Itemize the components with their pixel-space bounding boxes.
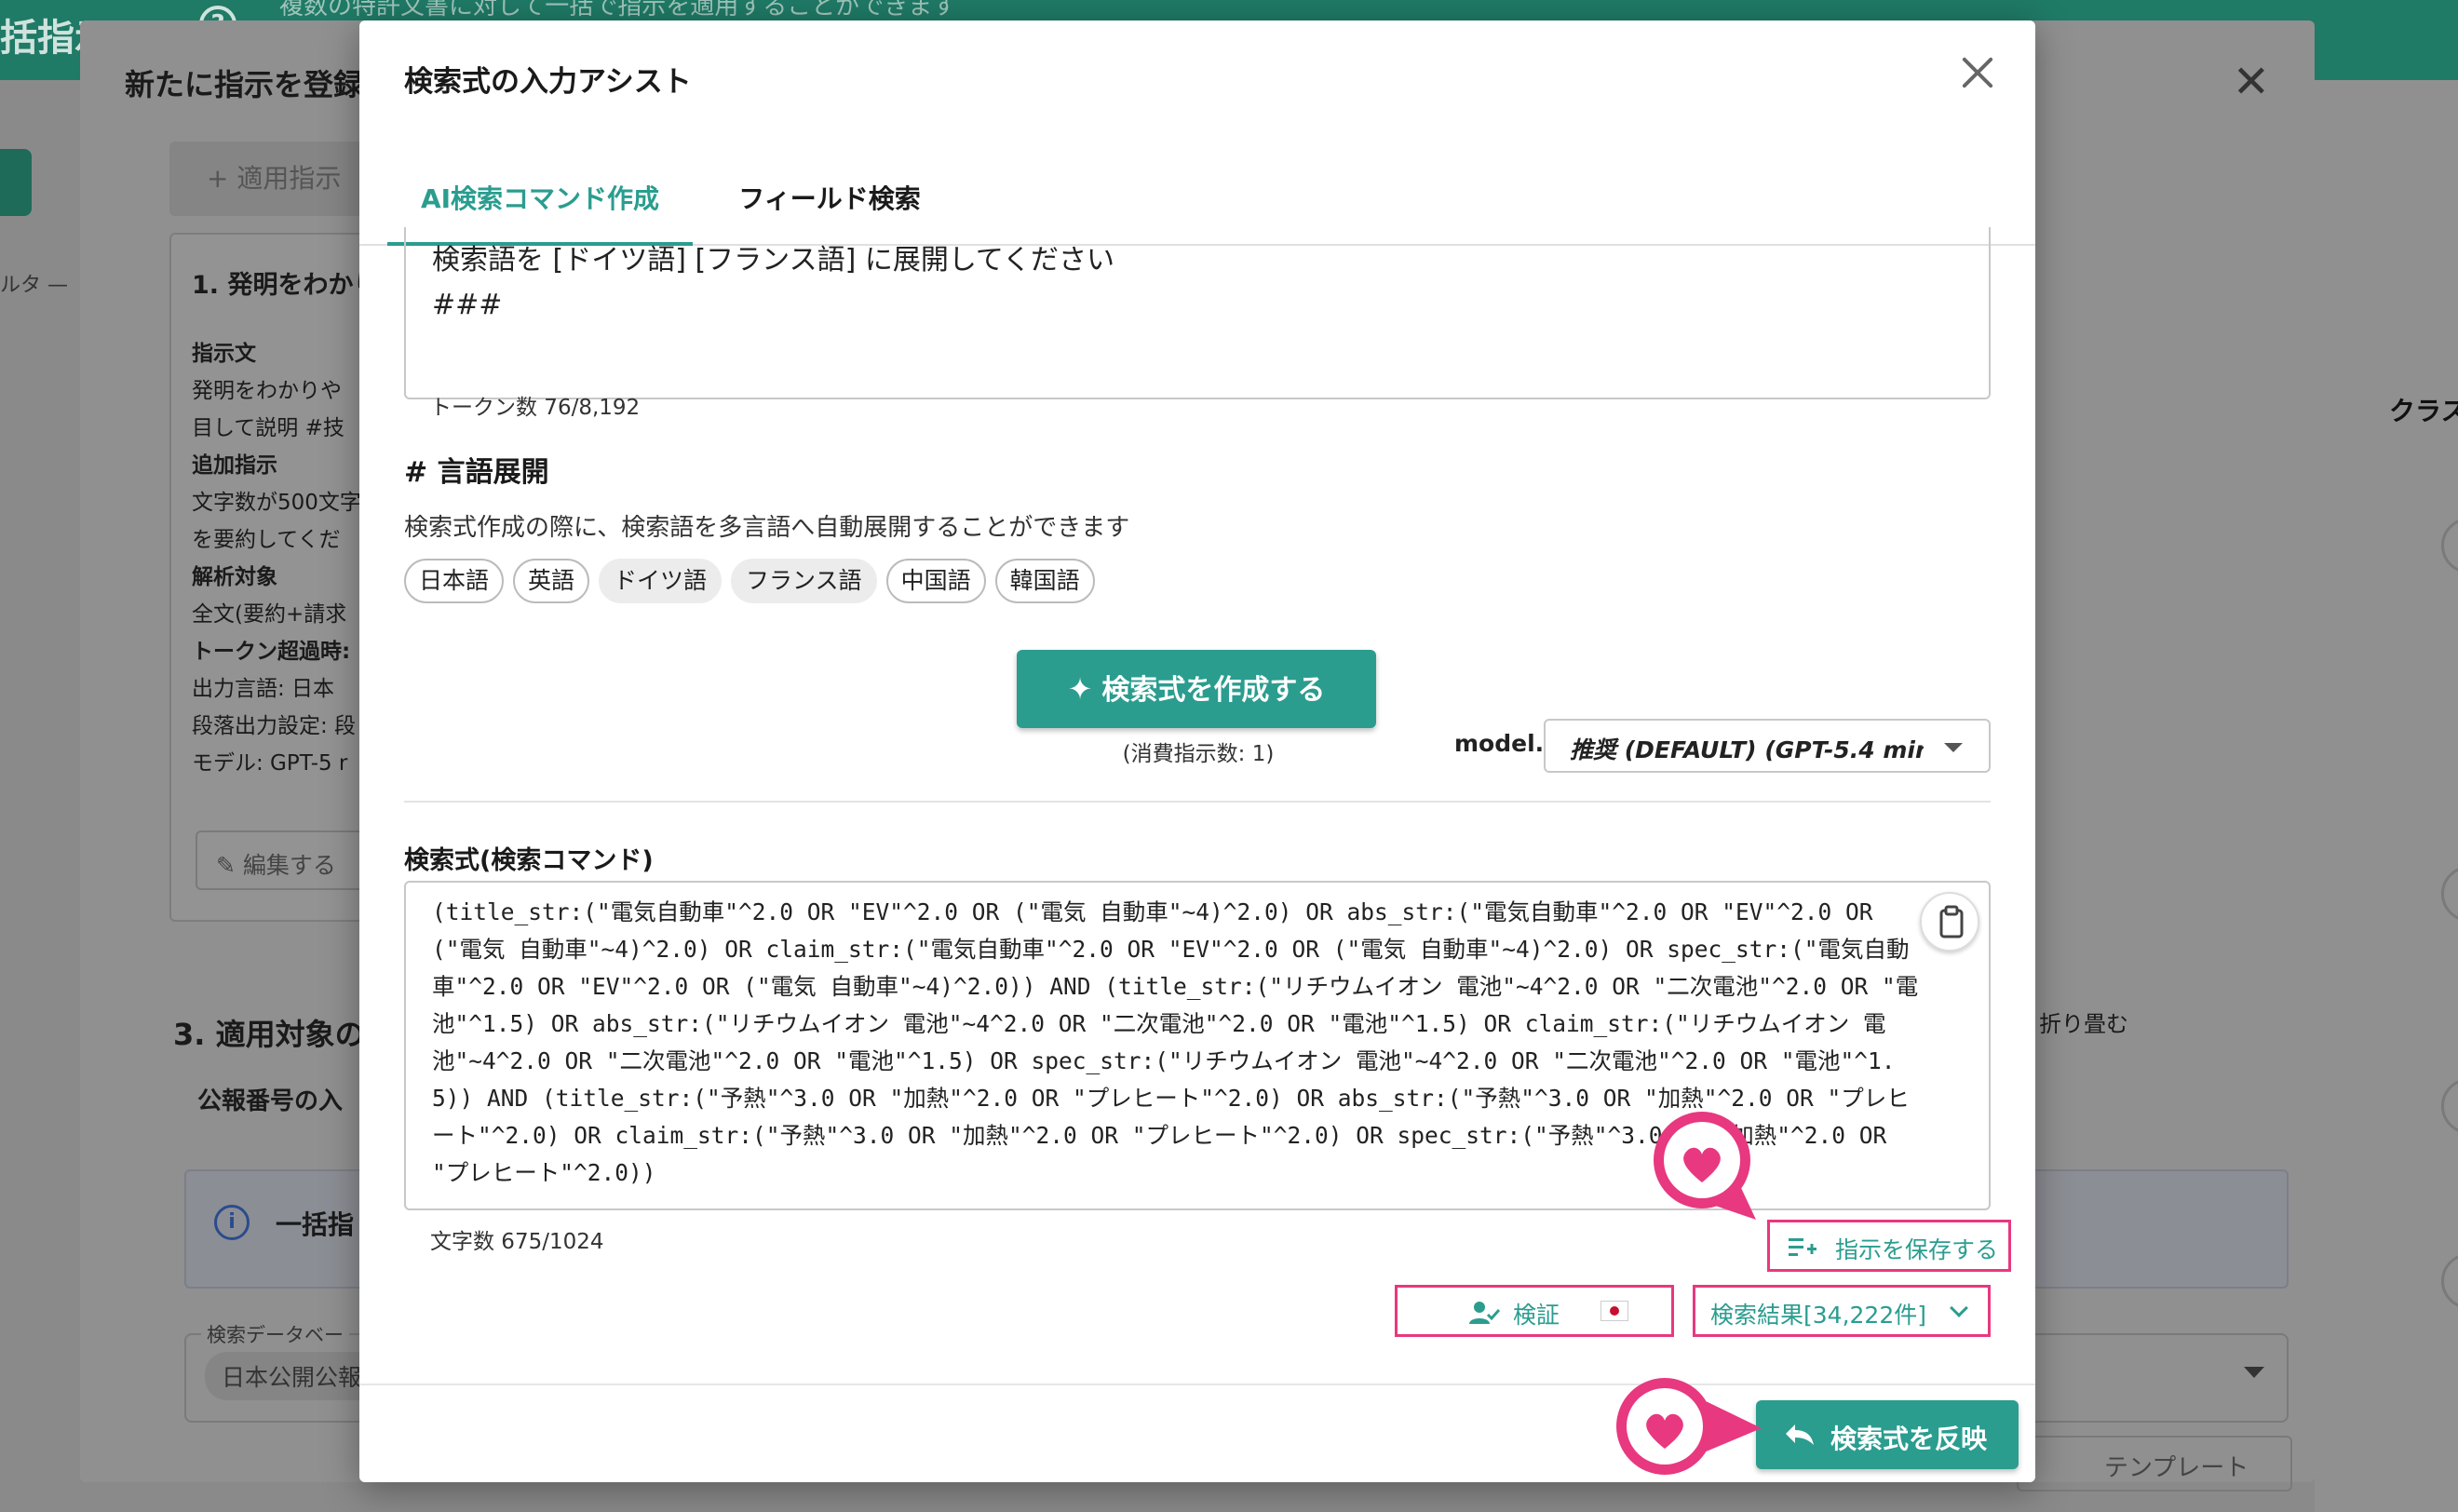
sparkle-icon: ✦ <box>1067 671 1093 707</box>
language-chips: 日本語 英語 ドイツ語 フランス語 中国語 韓国語 <box>404 559 1095 605</box>
language-expansion-heading: # 言語展開 <box>404 456 549 489</box>
card-detail-line: 出力言語: 日本 <box>192 677 335 701</box>
app-subtitle: 複数の特許文書に対して一括で指示を適用することができます <box>279 0 957 20</box>
search-results-button[interactable]: 検索結果[34,222件] <box>1693 1285 1991 1337</box>
model-label: model. <box>1454 730 1545 757</box>
language-chip-korean[interactable]: 韓国語 <box>994 559 1095 603</box>
playlist-add-icon <box>1789 1238 1816 1256</box>
card-detail-line: 目して説明 #技 <box>192 416 344 440</box>
sidebar-button[interactable] <box>0 149 32 216</box>
language-chip-english[interactable]: 英語 <box>513 559 590 603</box>
clipboard-icon-svg <box>1939 905 1964 938</box>
language-expansion-description: 検索式作成の際に、検索語を多言語へ自動展開することができます <box>404 514 1130 542</box>
language-chip-german[interactable]: ドイツ語 <box>599 559 723 603</box>
language-chip-chinese[interactable]: 中国語 <box>885 559 986 603</box>
verify-label: 検証 <box>1513 1302 1560 1329</box>
close-icon[interactable] <box>1953 48 2002 97</box>
card-title: 1. 発明をわかり <box>192 271 379 300</box>
section-3-title: 3. 適用対象の <box>173 1017 365 1052</box>
language-chip-japanese[interactable]: 日本語 <box>404 559 505 603</box>
filter-label: ルタ — <box>0 274 68 297</box>
card-details: 指示文発明をわかりや 目して説明 #技 追加指示文字数が500文字 を要約してくだ 解析… <box>192 335 361 782</box>
results-label: 検索結果[34,222件] <box>1710 1302 1926 1329</box>
language-chip-french[interactable]: フランス語 <box>731 559 877 603</box>
chevron-down-icon <box>1950 1299 1968 1317</box>
apply-query-button[interactable]: 検索式を反映 <box>1756 1400 2019 1469</box>
dropdown-arrow-icon <box>2244 1367 2264 1378</box>
generate-query-button[interactable]: ✦ 検索式を作成する <box>1017 650 1376 728</box>
heart-icon <box>1654 1112 1756 1220</box>
save-instruction-button[interactable]: 指示を保存する <box>1767 1220 2011 1272</box>
pencil-icon: ✎ <box>216 852 243 879</box>
divider <box>404 801 1991 803</box>
search-assist-dialog: 検索式の入力アシスト AI検索コマンド作成 フィールド検索 検索語を [ドイツ語… <box>359 20 2035 1482</box>
card-detail-line: トークン超過時: <box>192 640 351 664</box>
card-detail-line: 発明をわかりや <box>192 379 342 403</box>
query-label: 検索式(検索コマンド) <box>404 846 654 875</box>
card-detail-line: 解析対象 <box>192 565 277 589</box>
edit-label: 編集する <box>242 852 336 879</box>
card-detail-line: 追加指示 <box>192 453 277 478</box>
card-detail-line: 文字数が500文字 <box>192 491 361 515</box>
info-text: 一括指 <box>276 1209 355 1240</box>
generate-label: 検索式を作成する <box>1101 674 1326 707</box>
prompt-textarea[interactable]: 検索語を [ドイツ語] [フランス語] に展開してください ### <box>404 227 1991 399</box>
dropdown-arrow-icon <box>1944 743 1963 752</box>
clipboard-icon[interactable] <box>1920 892 1979 952</box>
collapse-label: 折り畳む <box>2039 1011 2128 1037</box>
model-value: 推奨 (DEFAULT) (GPT-5.4 mini (... <box>1570 736 1924 763</box>
user-check-icon <box>1469 1302 1500 1324</box>
reply-arrow-icon <box>1786 1424 1814 1445</box>
footer-divider <box>359 1384 2035 1385</box>
card-detail-line: 指示文 <box>192 342 256 366</box>
apply-label: 検索式を反映 <box>1830 1424 1988 1454</box>
card-detail-line: を要約してくだ <box>192 528 341 552</box>
verify-button[interactable]: 検証 <box>1395 1285 1674 1337</box>
template-button[interactable]: テンプレート <box>2017 1436 2292 1492</box>
card-detail-line: 段落出力設定: 段 <box>192 714 357 738</box>
database-label: 検索データベー <box>201 1320 349 1348</box>
publication-number-label: 公報番号の入 <box>197 1087 344 1115</box>
info-icon: i <box>214 1205 250 1240</box>
database-value: 日本公開公報 <box>205 1352 379 1400</box>
model-select[interactable]: 推奨 (DEFAULT) (GPT-5.4 mini (... <box>1544 719 1991 773</box>
card-detail-line: モデル: GPT-5 r <box>192 751 348 776</box>
dialog-title: 検索式の入力アシスト <box>404 65 692 99</box>
japan-flag-icon <box>1600 1301 1628 1321</box>
background-panel <box>2315 80 2458 1512</box>
close-icon[interactable]: ✕ <box>2233 56 2270 108</box>
modal-title: 新たに指示を登録 <box>125 67 364 102</box>
card-detail-line: 全文(要約+請求 <box>192 602 347 627</box>
generate-cost: (消費指示数: 1) <box>1122 742 1275 766</box>
class-column-header: クラス <box>2389 396 2458 426</box>
save-label: 指示を保存する <box>1835 1236 1999 1263</box>
heart-icon <box>1616 1378 1762 1475</box>
character-count: 文字数 675/1024 <box>430 1230 604 1254</box>
token-count: トークン数 76/8,192 <box>430 396 641 420</box>
